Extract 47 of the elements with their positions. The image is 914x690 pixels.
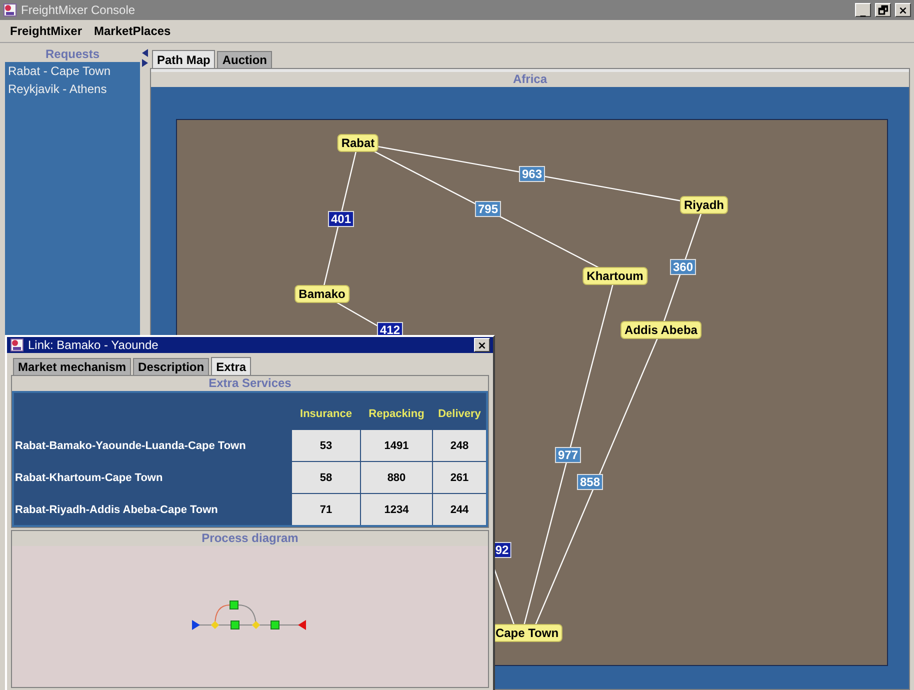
menu-item[interactable]: FreightMixer <box>10 24 82 38</box>
table-cell: 1234 <box>361 494 432 525</box>
link-weight-label[interactable]: 360 <box>670 259 696 275</box>
column-header: Insurance <box>299 407 353 422</box>
table-cell: 244 <box>433 494 486 525</box>
request-item[interactable]: Rabat - Cape Town <box>5 62 140 80</box>
tab[interactable]: Description <box>133 358 210 375</box>
close-button[interactable]: × <box>474 338 490 352</box>
minimize-button[interactable]: _ <box>855 3 871 17</box>
close-button[interactable]: × <box>895 3 911 17</box>
table-cell: 1491 <box>361 430 432 461</box>
route-cell-text: Rabat-Khartoum-Cape Town <box>14 470 164 486</box>
link-weight-label[interactable]: 401 <box>328 211 354 227</box>
link-weight-label[interactable]: 977 <box>554 447 582 463</box>
column-header: Repacking <box>368 407 426 422</box>
city-node[interactable]: Addis Abeba <box>620 321 702 339</box>
link-weight-label[interactable]: 795 <box>474 201 502 217</box>
table-cell: 261 <box>433 462 486 493</box>
table-cell: 71 <box>292 494 360 525</box>
request-item[interactable]: Reykjavik - Athens <box>5 80 140 98</box>
city-node[interactable]: Rabat <box>337 134 379 152</box>
dialog-title: Link: Bamako - Yaounde <box>28 338 160 352</box>
app-icon <box>10 338 24 352</box>
app-icon <box>3 3 17 17</box>
route-cell-text: Rabat-Riyadh-Addis Abeba-Cape Town <box>14 502 219 518</box>
link-weight-label[interactable]: 963 <box>518 166 546 182</box>
table-cell: 248 <box>433 430 486 461</box>
expand-right-icon[interactable] <box>142 59 148 67</box>
city-node[interactable]: Riyadh <box>680 196 728 214</box>
panel-header: Requests <box>5 46 140 62</box>
table-cell: 58 <box>292 462 360 493</box>
window-title: FreightMixer Console <box>21 3 136 17</box>
link-weight-label[interactable]: 858 <box>576 474 604 490</box>
menu-item[interactable]: MarketPlaces <box>94 24 171 38</box>
tab[interactable]: Auction <box>217 51 272 68</box>
city-node[interactable]: Khartoum <box>582 267 648 285</box>
tab[interactable]: Path Map <box>152 50 216 68</box>
map-title: Africa <box>151 72 909 87</box>
restore-button[interactable]: 🗗 <box>875 3 891 17</box>
collapse-left-icon[interactable] <box>142 49 148 57</box>
column-header: Delivery <box>437 407 482 422</box>
city-node[interactable]: Bamako <box>294 285 350 303</box>
route-cell-text: Rabat-Bamako-Yaounde-Luanda-Cape Town <box>14 438 247 454</box>
table-cell: 53 <box>292 430 360 461</box>
tab[interactable]: Extra <box>211 357 252 375</box>
tab[interactable]: Market mechanism <box>13 358 132 375</box>
table-cell: 880 <box>361 462 432 493</box>
